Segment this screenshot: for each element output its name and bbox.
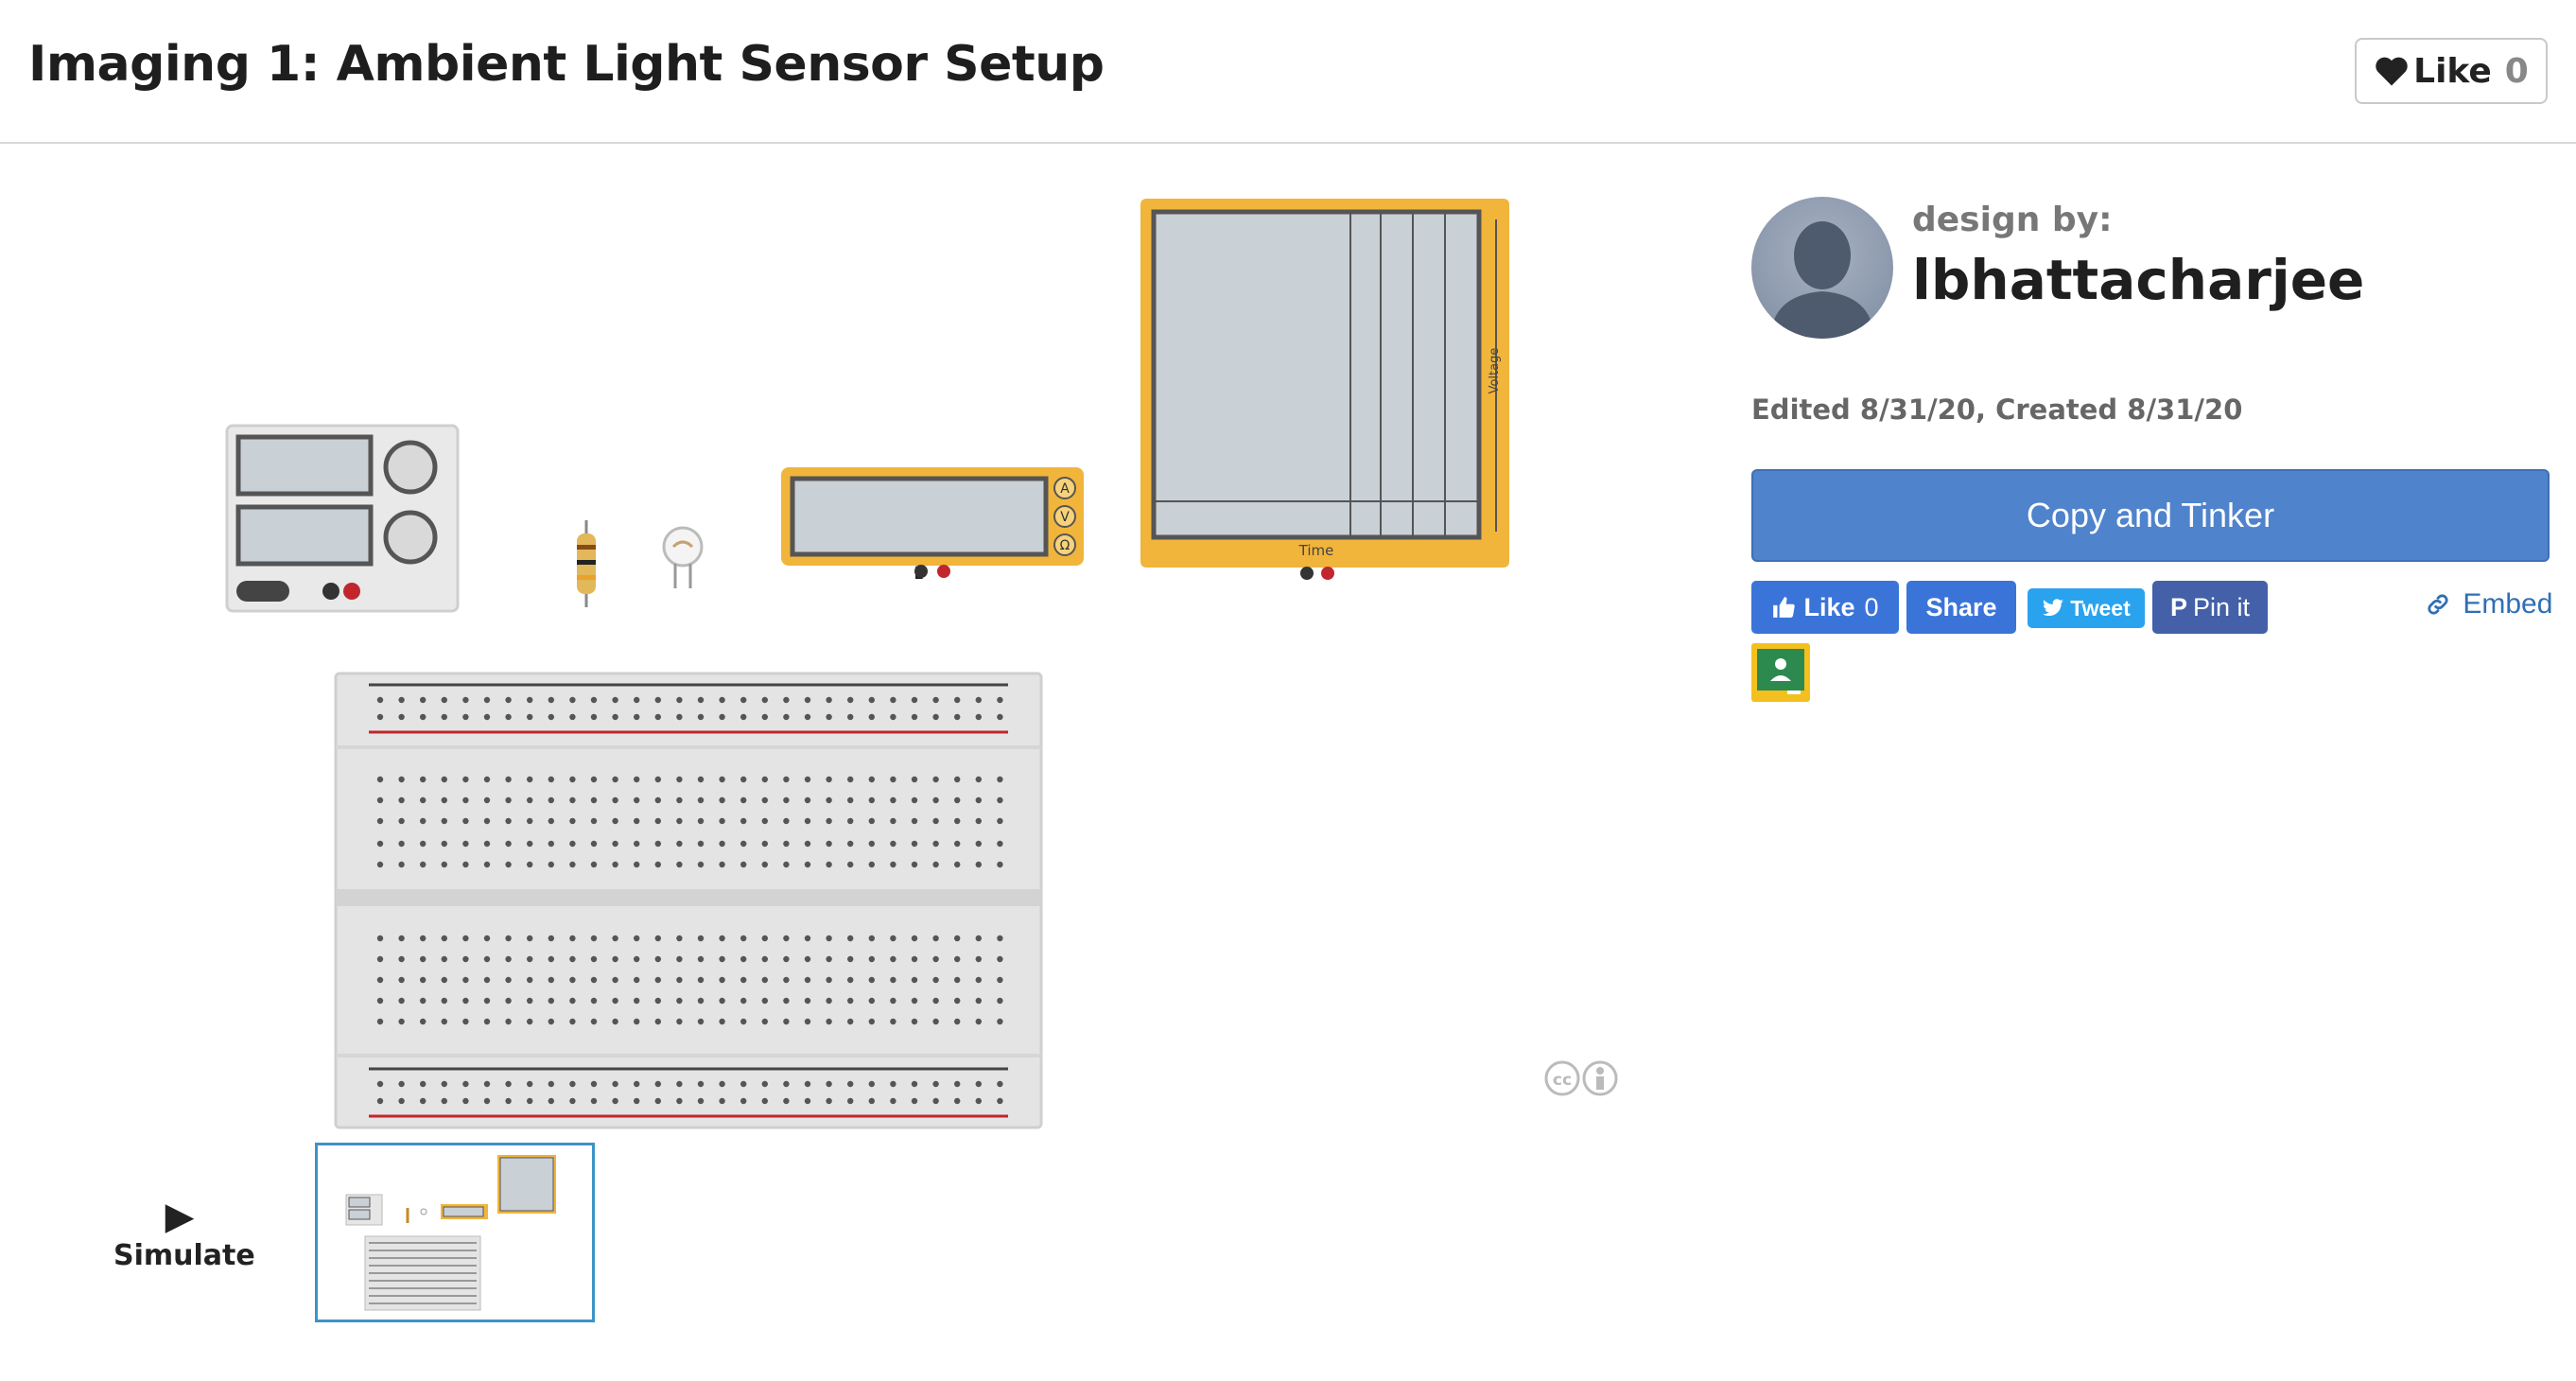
- simulate-button[interactable]: ▶ Simulate: [113, 1195, 255, 1272]
- multimeter: A V Ω: [781, 467, 1084, 579]
- facebook-like-label: Like: [1803, 592, 1855, 621]
- thumbnail-preview: [345, 1155, 556, 1311]
- meter-mode-v: V: [1060, 510, 1070, 525]
- google-classroom-icon: [1757, 649, 1804, 694]
- pin-it-label: Pin it: [2192, 592, 2251, 621]
- facebook-like-button[interactable]: Like 0: [1751, 581, 1899, 634]
- link-icon: [2428, 594, 2448, 615]
- avatar-silhouette-icon: [1770, 221, 1874, 339]
- tweet-button[interactable]: Tweet: [2028, 588, 2145, 628]
- resistor: [577, 520, 596, 607]
- google-classroom-button[interactable]: [1751, 643, 1810, 702]
- play-icon: ▶: [165, 1195, 195, 1238]
- oscilloscope-voltage-label: Voltage: [1488, 348, 1502, 394]
- designer-avatar[interactable]: [1751, 197, 1893, 339]
- circuit-preview[interactable]: A V Ω Time Voltage cc: [0, 144, 1702, 1377]
- creative-commons-icon: cc: [1544, 1060, 1618, 1096]
- designer-username[interactable]: lbhattacharjee: [1912, 248, 2364, 312]
- design-by-label: design by:: [1912, 201, 2113, 239]
- heart-icon: [2376, 57, 2408, 86]
- page-title: Imaging 1: Ambient Light Sensor Setup: [28, 36, 1105, 93]
- oscilloscope-time-label: Time: [1298, 542, 1334, 559]
- design-dates: Edited 8/31/20, Created 8/31/20: [1751, 393, 2243, 426]
- pin-it-button[interactable]: P Pin it: [2152, 581, 2268, 634]
- like-button[interactable]: Like 0: [2355, 38, 2548, 104]
- svg-text:cc: cc: [1553, 1071, 1572, 1090]
- circuit-thumbnail[interactable]: [315, 1143, 595, 1322]
- copy-and-tinker-button[interactable]: Copy and Tinker: [1751, 469, 2550, 562]
- thumbs-up-icon: [1773, 597, 1796, 618]
- tweet-label: Tweet: [2070, 595, 2131, 621]
- facebook-like-count: 0: [1864, 592, 1879, 621]
- facebook-share-button[interactable]: Share: [1906, 581, 2016, 634]
- embed-label: Embed: [2463, 588, 2553, 620]
- pinterest-icon: P: [2169, 592, 2187, 621]
- twitter-bird-icon: [2043, 599, 2064, 617]
- meter-mode-a: A: [1060, 481, 1070, 497]
- photoresistor: [662, 526, 704, 588]
- oscilloscope: Time Voltage: [1140, 199, 1509, 580]
- breadboard: [334, 672, 1043, 1129]
- circuit-diagram: A V Ω Time Voltage cc: [225, 199, 1618, 1129]
- like-label: Like: [2413, 51, 2492, 91]
- meter-mode-ohm: Ω: [1060, 538, 1070, 553]
- power-supply: [225, 424, 460, 613]
- like-count: 0: [2504, 51, 2529, 91]
- embed-link[interactable]: Embed: [2425, 588, 2552, 621]
- page-header: Imaging 1: Ambient Light Sensor Setup Li…: [0, 0, 2576, 144]
- simulate-label: Simulate: [113, 1239, 255, 1272]
